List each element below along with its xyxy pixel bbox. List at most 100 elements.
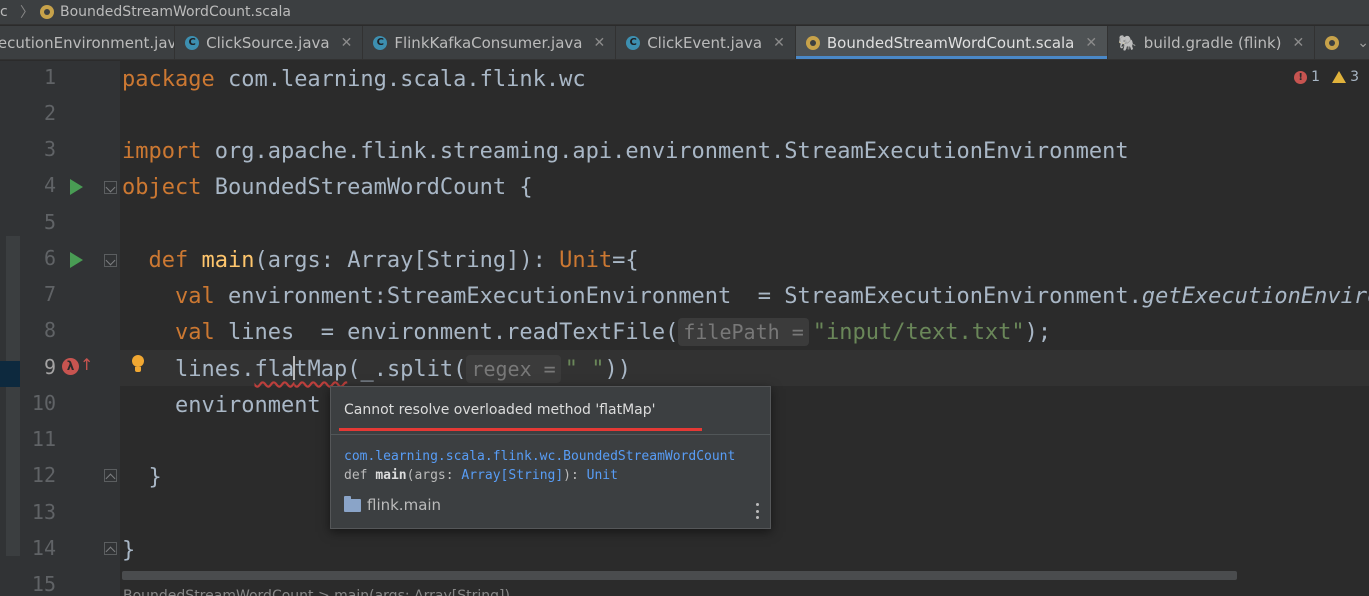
keyword: package [122, 67, 215, 92]
tab-label: BoundedStreamWordCount.scala [826, 33, 1075, 52]
java-class-icon [373, 35, 388, 50]
line-number: 2 [43, 101, 56, 125]
sig-name: main [375, 468, 407, 483]
editor-gutter: 1 2 3 4 5 6 7 8 9 10 11 12 13 14 15 λ ↑ [20, 61, 120, 596]
fold-icon[interactable] [104, 542, 117, 555]
code-text: environment [174, 393, 321, 418]
close-icon[interactable]: ✕ [341, 35, 353, 51]
close-icon[interactable]: ✕ [593, 35, 605, 51]
code-breadcrumb[interactable]: BoundedStreamWordCount > main(args: Arra… [123, 588, 510, 596]
breadcrumb-file[interactable]: BoundedStreamWordCount.scala [60, 4, 291, 20]
code-text: } [122, 538, 136, 563]
module-name: flink.main [367, 496, 442, 514]
sig-return-link[interactable]: Unit [587, 468, 618, 483]
close-icon[interactable]: ✕ [1085, 35, 1097, 51]
scala-object-icon [805, 35, 820, 50]
line-number: 6 [43, 246, 56, 270]
code-line-4: object BoundedStreamWordCount { [122, 173, 533, 203]
tab-execution-environment[interactable]: ExecutionEnvironment.java ✕ [0, 26, 176, 59]
run-icon[interactable] [70, 252, 83, 268]
tab-label: ExecutionEnvironment.java [0, 33, 174, 52]
code-text: } [148, 465, 162, 490]
tab-bounded-stream-word-count[interactable]: BoundedStreamWordCount.scala ✕ [795, 26, 1109, 59]
code-text: lines = environment.readTextFile( [214, 320, 679, 345]
line-number: 14 [31, 536, 56, 560]
string-literal: " " [564, 357, 605, 382]
strip-scroll-mark [6, 236, 20, 556]
tab-overflow[interactable]: ⌄ [1315, 26, 1369, 59]
error-icon: ! [1294, 70, 1308, 84]
line-number: 13 [31, 500, 56, 524]
code-text: (_.split( [347, 357, 467, 382]
fold-icon[interactable] [104, 181, 117, 194]
code-line-10: environment [122, 391, 321, 421]
code-line-9: lines.flatMap(_.split(regex = " ")) [122, 355, 631, 385]
error-count: 1 [1311, 69, 1321, 85]
tab-label: ClickEvent.java [647, 33, 763, 52]
method-name: getExecutionEnvironment [1141, 284, 1369, 309]
line-number: 4 [43, 173, 56, 197]
fold-icon[interactable] [104, 254, 117, 267]
code-text: com.learning.scala.flink.wc [214, 67, 586, 92]
arrow-up-icon[interactable]: ↑ [80, 355, 93, 374]
run-icon[interactable] [70, 179, 83, 195]
keyword: val [174, 284, 215, 309]
code-line-1: package com.learning.scala.flink.wc [122, 65, 586, 95]
code-text: environment:StreamExecutionEnvironment =… [214, 284, 1142, 309]
line-number: 15 [31, 572, 56, 596]
close-icon[interactable]: ✕ [773, 35, 785, 51]
parameter-hint: regex = [466, 355, 561, 383]
tab-click-event[interactable]: ClickEvent.java ✕ [616, 26, 796, 59]
type-name: Unit [559, 248, 613, 273]
line-number: 8 [43, 318, 56, 342]
chevron-down-icon[interactable]: ⌄ [1357, 35, 1369, 51]
lambda-icon[interactable]: λ [62, 358, 79, 375]
tab-click-source[interactable]: ClickSource.java ✕ [175, 26, 364, 59]
error-tooltip: Cannot resolve overloaded method 'flatMa… [330, 386, 771, 529]
line-number: 12 [31, 463, 56, 487]
gradle-icon: 🐘 [1118, 33, 1137, 52]
tab-build-gradle[interactable]: 🐘 build.gradle (flink) ✕ [1108, 26, 1316, 59]
code-line-3: import org.apache.flink.streaming.api.en… [122, 137, 1129, 167]
more-options-icon[interactable] [756, 503, 760, 519]
module-row: flink.main [344, 495, 442, 514]
divider [331, 434, 770, 435]
function-name: main [201, 248, 255, 273]
close-icon[interactable]: ✕ [1293, 35, 1305, 51]
sig-part: (args: [406, 468, 462, 483]
horizontal-scrollbar[interactable] [122, 571, 1237, 580]
inspection-widget[interactable]: ! 1 3 [1294, 69, 1359, 85]
code-text: BoundedStreamWordCount { [201, 175, 533, 200]
parameter-hint: filePath = [678, 318, 809, 346]
method-signature: def main(args: Array[String]): Unit [344, 468, 618, 483]
error-token: fla [254, 357, 295, 382]
breadcrumb-prev[interactable]: c [0, 4, 18, 20]
strip-selection-mark [0, 361, 20, 387]
tab-label: ClickSource.java [206, 33, 330, 52]
line-number: 1 [43, 65, 56, 89]
sig-type-link[interactable]: Array[String] [461, 468, 563, 483]
code-line-14: } [122, 536, 135, 566]
string-literal: "input/text.txt" [812, 320, 1025, 345]
qualified-name-link[interactable]: com.learning.scala.flink.wc.BoundedStrea… [344, 449, 735, 464]
keyword: object [122, 175, 202, 200]
line-number: 10 [31, 391, 56, 415]
code-text: )) [604, 357, 631, 382]
code-line-12: } [122, 463, 162, 493]
lightbulb-icon[interactable] [130, 355, 146, 375]
navigation-breadcrumb: c 〉 BoundedStreamWordCount.scala [0, 0, 1369, 25]
code-line-7: val environment:StreamExecutionEnvironme… [122, 282, 1369, 312]
fold-icon[interactable] [104, 469, 117, 482]
chevron-right-icon: 〉 [20, 5, 34, 21]
code-text: (args: Array[String]): [254, 248, 560, 273]
annotation-underline [339, 428, 702, 431]
code-text: ={ [612, 248, 639, 273]
warning-icon [1332, 71, 1347, 83]
editor-tab-bar: ExecutionEnvironment.java ✕ ClickSource.… [0, 26, 1369, 60]
line-number: 7 [43, 282, 56, 306]
code-line-8: val lines = environment.readTextFile(fil… [122, 318, 1051, 348]
java-class-icon [185, 35, 200, 50]
left-tool-strip [0, 61, 20, 596]
tab-flink-kafka-consumer[interactable]: FlinkKafkaConsumer.java ✕ [363, 26, 617, 59]
keyword: val [174, 320, 215, 345]
